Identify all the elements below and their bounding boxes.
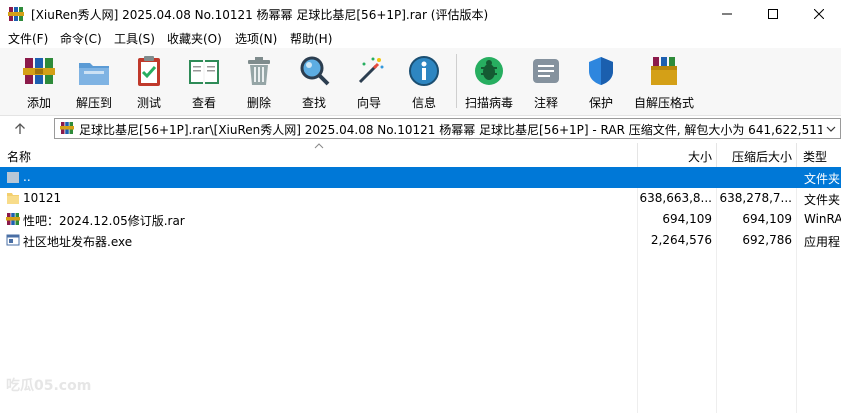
sfx-button[interactable]: 自解压格式 [634, 52, 694, 112]
maximize-button[interactable] [750, 0, 796, 28]
file-packed-size: 694,109 [742, 212, 792, 226]
sort-up-icon [314, 143, 324, 149]
file-size: 694,109 [662, 212, 712, 226]
winrar-app-icon[interactable] [8, 6, 24, 22]
menu-help[interactable]: 帮助(H) [290, 30, 332, 47]
column-divider[interactable] [637, 143, 638, 167]
minimize-icon [722, 13, 732, 15]
path-field[interactable]: 足球比基尼[56+1P].rar\[XiuRen秀人网] 2025.04.08 … [54, 118, 841, 139]
rar-archive-icon [60, 122, 74, 134]
info-button[interactable]: 信息 [396, 52, 452, 112]
protect-button[interactable]: 保护 [573, 52, 629, 112]
file-name: 社区地址发布器.exe [23, 235, 133, 249]
list-item[interactable]: .. 文件夹 [0, 167, 841, 188]
window-title: [XiuRen秀人网] 2025.04.08 No.10121 杨幂幂 足球比基… [31, 8, 489, 22]
book-view-icon [189, 60, 219, 84]
path-dropdown-button[interactable] [822, 119, 840, 138]
parent-folder-icon [7, 172, 19, 183]
menu-options[interactable]: 选项(N) [235, 30, 277, 47]
shield-icon [589, 57, 613, 85]
column-name[interactable]: 名称 [7, 148, 31, 165]
menu-file[interactable]: 文件(F) [8, 30, 48, 47]
column-divider[interactable] [716, 143, 717, 167]
bug-scan-icon [475, 57, 503, 85]
file-type: WinRA [804, 212, 841, 226]
folder-icon [7, 193, 19, 204]
list-item[interactable]: 10121 638,663,8... 638,278,7... 文件夹 [0, 188, 841, 209]
file-size: 638,663,8... [639, 191, 712, 205]
list-item[interactable]: 社区地址发布器.exe 2,264,576 692,786 应用程 [0, 230, 841, 251]
books-add-icon [23, 58, 55, 84]
column-divider[interactable] [796, 143, 797, 167]
column-size[interactable]: 大小 [688, 148, 712, 165]
clipboard-check-icon [138, 56, 160, 86]
close-button[interactable] [796, 0, 841, 28]
menu-bar: 文件(F) 命令(C) 工具(S) 收藏夹(O) 选项(N) 帮助(H) [0, 28, 841, 48]
file-packed-size: 638,278,7... [719, 191, 792, 205]
sfx-box-icon [651, 57, 677, 85]
menu-favorites[interactable]: 收藏夹(O) [167, 30, 222, 47]
rar-file-icon [6, 213, 20, 225]
chevron-down-icon [826, 126, 836, 132]
exe-file-icon [6, 234, 20, 246]
comment-icon [533, 59, 559, 83]
sfx-label: 自解压格式 [633, 96, 694, 110]
file-name: 性吧：2024.12.05修订版.rar [23, 214, 185, 228]
folder-extract-icon [79, 63, 109, 85]
trash-icon [248, 57, 270, 85]
file-type: 文件夹 [804, 193, 841, 207]
file-type: 应用程 [804, 235, 841, 249]
list-item[interactable]: 性吧：2024.12.05修订版.rar 694,109 694,109 Win… [0, 209, 841, 230]
column-packed[interactable]: 压缩后大小 [732, 148, 792, 165]
column-header: 名称 大小 压缩后大小 类型 [0, 143, 841, 168]
path-text: 足球比基尼[56+1P].rar\[XiuRen秀人网] 2025.04.08 … [79, 123, 841, 137]
arrow-up-icon [15, 123, 25, 134]
file-name: .. [23, 170, 31, 184]
magnifier-icon [300, 56, 330, 86]
menu-commands[interactable]: 命令(C) [60, 30, 102, 47]
menu-tools[interactable]: 工具(S) [114, 30, 155, 47]
title-bar: [XiuRen秀人网] 2025.04.08 No.10121 杨幂幂 足球比基… [0, 0, 841, 28]
toolbar: 添加 解压到 测试 查看 删除 查找 向导 信息 扫描病毒 注释 保护 自解压格… [0, 48, 841, 116]
up-button[interactable] [10, 119, 30, 139]
wand-icon [358, 57, 384, 84]
address-bar: 足球比基尼[56+1P].rar\[XiuRen秀人网] 2025.04.08 … [0, 116, 841, 141]
file-name: 10121 [23, 191, 62, 205]
file-size: 2,264,576 [650, 233, 712, 247]
close-icon [814, 9, 824, 19]
maximize-icon [768, 9, 778, 19]
column-type[interactable]: 类型 [803, 148, 827, 165]
minimize-button[interactable] [704, 0, 750, 28]
file-list[interactable]: .. 文件夹 10121 638,663,8... 638,278,7... 文… [0, 167, 841, 413]
info-icon [409, 56, 439, 86]
file-type: 文件夹 [804, 172, 841, 186]
file-packed-size: 692,786 [742, 233, 792, 247]
watermark: 吃瓜05.com [6, 378, 92, 394]
